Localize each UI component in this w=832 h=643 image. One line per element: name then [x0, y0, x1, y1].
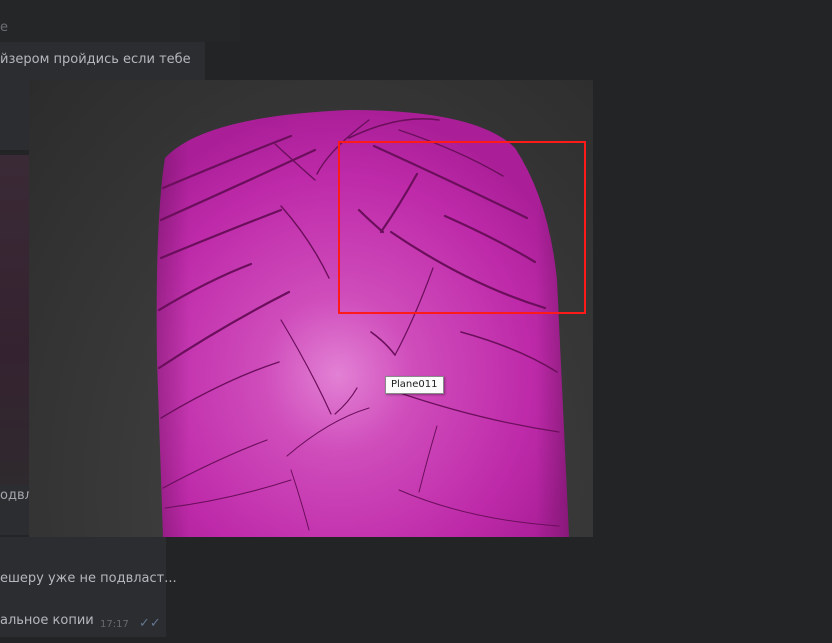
- double-check-icon: ✓✓: [139, 616, 161, 631]
- message-timestamp: 17:17: [100, 619, 129, 630]
- selection-rectangle: [338, 141, 586, 314]
- app-window: е йзером пройдись если тебе одвл ешеру у…: [0, 0, 832, 643]
- chat-header: [0, 0, 240, 42]
- object-name-tooltip: Plane011: [385, 376, 444, 394]
- message-text-bottom-2: альное копии: [0, 613, 94, 628]
- image-thumbnail[interactable]: [0, 155, 30, 485]
- message-text-left: одвл: [0, 488, 30, 503]
- message-text-top: йзером пройдись если тебе: [0, 52, 191, 67]
- message-text-bottom-1: ешеру уже не подвласт...: [0, 571, 177, 586]
- header-text: е: [0, 20, 8, 35]
